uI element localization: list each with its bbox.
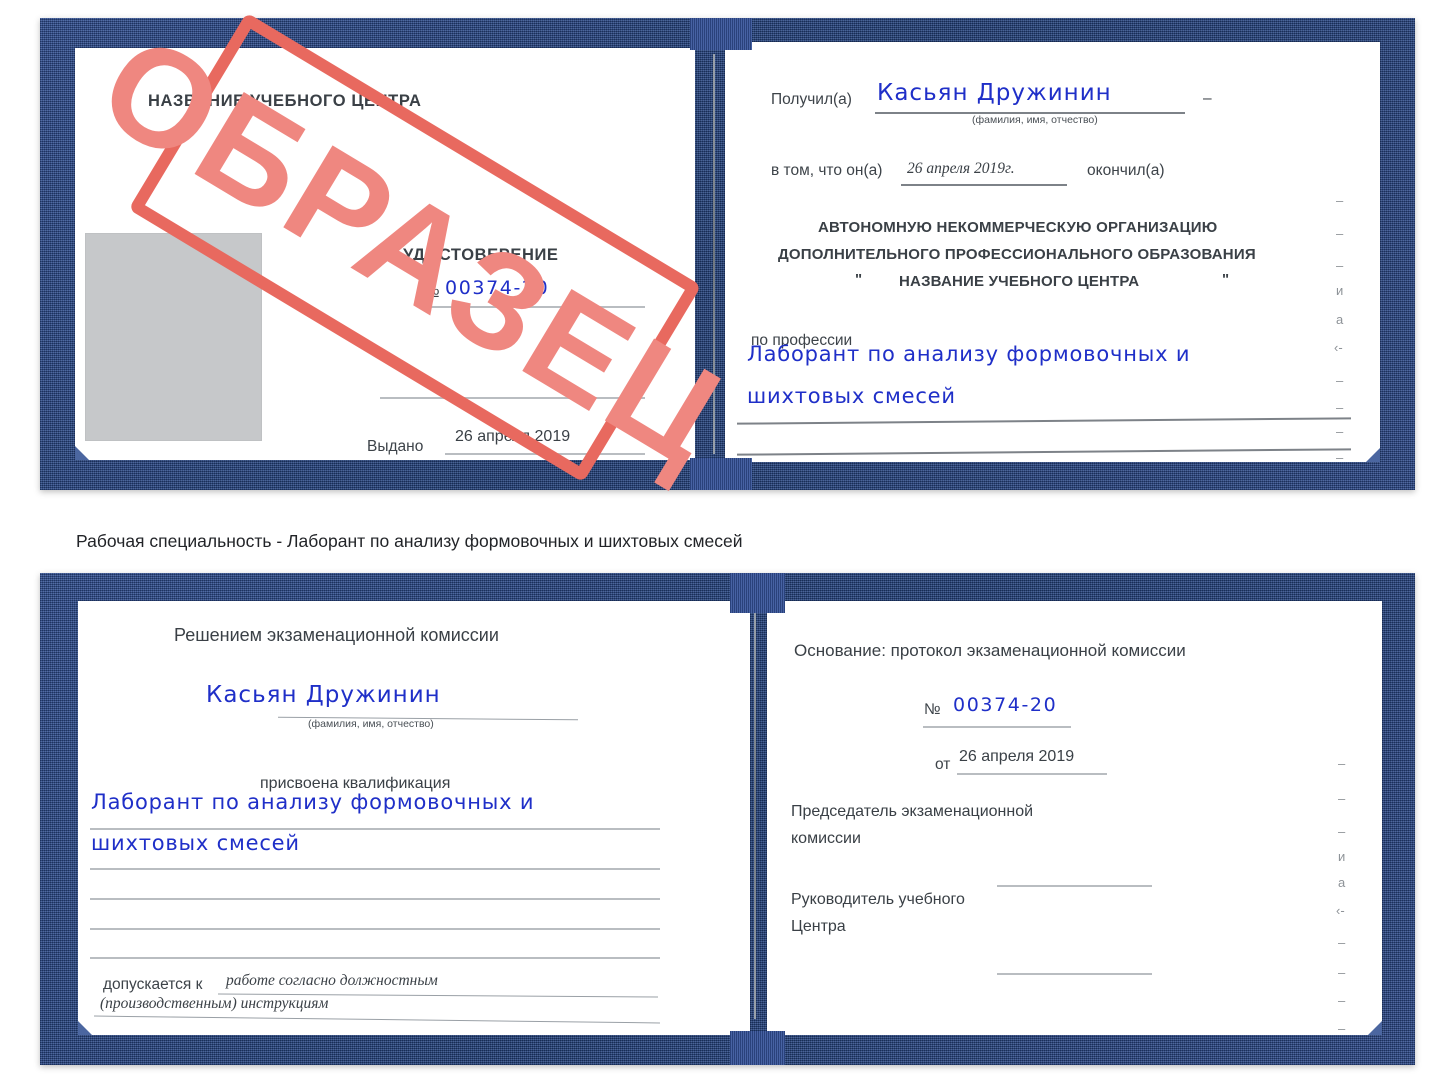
edge-fragment: – (1338, 756, 1345, 771)
page-caption: Рабочая специальность - Лаборант по анал… (76, 531, 743, 552)
spine-tab-bottom (690, 458, 752, 490)
certificate-bottom-cover: Решением экзаменационной комиссии Касьян… (40, 573, 1415, 1065)
issued-rule (445, 453, 645, 455)
basis-label: Основание: протокол экзаменационной коми… (794, 641, 1186, 661)
certificate-top-spine-line (713, 54, 715, 454)
certificate-top-right-page: Получил(а) Касьян Дружинин (фамилия, имя… (725, 42, 1380, 462)
chairman-label-line-2: комиссии (791, 830, 861, 848)
head-label-line-2: Центра (791, 918, 846, 936)
qualification-rule-2 (90, 868, 660, 870)
edge-fragment: а (1336, 312, 1343, 327)
blank-rule-2 (90, 928, 660, 930)
certificate-number-label: № (423, 284, 440, 302)
certificate-number-value: 00374-20 (445, 277, 549, 299)
allowed-to-value-line-2: (производственным) инструкциям (100, 995, 328, 1013)
edge-fragment: – (1336, 373, 1343, 388)
edge-fragment: – (1336, 450, 1343, 465)
edge-fragment: – (1336, 226, 1343, 241)
edge-fragment: ‹- (1334, 340, 1343, 355)
protocol-number-label: № (924, 701, 941, 719)
protocol-number-value: 00374-20 (953, 694, 1057, 716)
certificate-top-cover: НАЗВАНИЕ УЧЕБНОГО ЦЕНТРА УДОСТОВЕРЕНИЕ №… (40, 18, 1415, 490)
edge-fragment: – (1336, 400, 1343, 415)
organization-quote-close: " (1222, 271, 1229, 288)
protocol-date-value: 26 апреля 2019 (959, 748, 1074, 766)
edge-fragment: – (1338, 993, 1345, 1008)
edge-fragment: – (1336, 424, 1343, 439)
allowed-to-label: допускается к (103, 976, 202, 994)
certificate-bottom-right-page: Основание: протокол экзаменационной коми… (767, 601, 1382, 1035)
recipient-name-hint: (фамилия, имя, отчество) (308, 718, 434, 730)
allowed-rule-2 (94, 1016, 660, 1024)
organization-line-1: АВТОНОМНУЮ НЕКОММЕРЧЕСКУЮ ОРГАНИЗАЦИЮ (818, 219, 1217, 236)
edge-fragment: а (1338, 875, 1345, 890)
allowed-to-value-line-1: работе согласно должностным (226, 972, 438, 990)
finished-label: окончил(а) (1087, 162, 1164, 180)
profession-rule-1 (737, 417, 1351, 424)
profession-value-line-2: шихтовых смесей (747, 384, 956, 408)
certificate-bottom-spine-line (754, 609, 756, 1019)
issued-value: 26 апреля 2019 (455, 428, 570, 446)
received-label: Получил(а) (771, 91, 852, 109)
protocol-date-label: от (935, 756, 950, 774)
edge-fragment: – (1336, 193, 1343, 208)
commission-decision-heading: Решением экзаменационной комиссии (174, 625, 499, 646)
protocol-number-rule (923, 726, 1071, 728)
recipient-name-value: Касьян Дружинин (206, 682, 441, 708)
edge-fragment: – (1336, 258, 1343, 273)
received-name-value: Касьян Дружинин (877, 80, 1112, 106)
received-dash: – (1203, 90, 1212, 108)
edge-fragment: – (1338, 824, 1345, 839)
blank-rule-1 (380, 397, 645, 399)
spine-tab-top (690, 18, 752, 50)
edge-fragment: и (1336, 283, 1343, 298)
certificate-top-left-page: НАЗВАНИЕ УЧЕБНОГО ЦЕНТРА УДОСТОВЕРЕНИЕ №… (75, 48, 695, 460)
edge-fragment: – (1338, 1021, 1345, 1036)
organization-quote-open: " (855, 271, 862, 288)
edge-fragment: – (1338, 935, 1345, 950)
edge-fragment: – (1338, 965, 1345, 980)
certificate-number-rule (423, 306, 645, 308)
profession-value-line-1: Лаборант по анализу формовочных и (747, 342, 1190, 366)
head-label-line-1: Руководитель учебного (791, 891, 965, 909)
qualification-rule-1 (90, 828, 660, 830)
received-name-hint: (фамилия, имя, отчество) (972, 114, 1098, 126)
head-signature-rule (997, 973, 1152, 975)
that-he-date-value: 26 апреля 2019г. (907, 160, 1015, 178)
edge-fragment: – (1338, 791, 1345, 806)
edge-fragment: ‹- (1336, 903, 1345, 918)
organization-line-3: НАЗВАНИЕ УЧЕБНОГО ЦЕНТРА (899, 273, 1139, 290)
chairman-label-line-1: Председатель экзаменационной (791, 803, 1033, 821)
organization-line-2: ДОПОЛНИТЕЛЬНОГО ПРОФЕССИОНАЛЬНОГО ОБРАЗО… (778, 246, 1256, 263)
qualification-value-line-2: шихтовых смесей (91, 831, 300, 855)
spine-tab-bottom (730, 1031, 785, 1065)
that-he-label: в том, что он(а) (771, 162, 882, 180)
protocol-date-rule (957, 773, 1107, 775)
training-center-name-heading: НАЗВАНИЕ УЧЕБНОГО ЦЕНТРА (148, 92, 422, 111)
qualification-value-line-1: Лаборант по анализу формовочных и (91, 790, 534, 814)
issued-label: Выдано (367, 438, 423, 456)
certificate-bottom-left-page: Решением экзаменационной комиссии Касьян… (78, 601, 750, 1035)
certificate-title: УДОСТОВЕРЕНИЕ (403, 246, 559, 265)
blank-rule-1 (90, 898, 660, 900)
spine-tab-top (730, 573, 785, 613)
that-he-rule (901, 184, 1067, 186)
profession-rule-2 (737, 448, 1351, 455)
photo-placeholder (85, 233, 262, 441)
edge-fragment: и (1338, 849, 1345, 864)
blank-rule-3 (90, 957, 660, 959)
chairman-signature-rule (997, 885, 1152, 887)
